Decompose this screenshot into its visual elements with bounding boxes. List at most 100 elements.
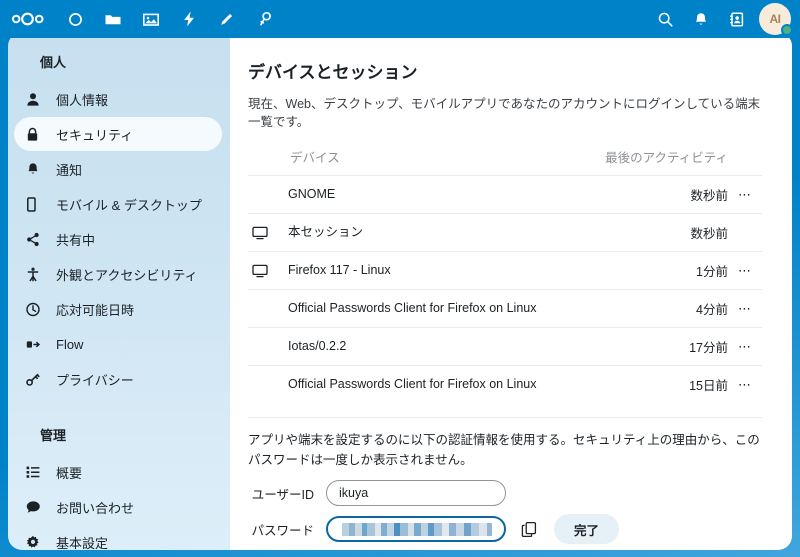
column-header-device: デバイス <box>290 151 340 166</box>
device-activity: 17分前 <box>605 327 728 367</box>
sidebar-item-label: 個人情報 <box>56 92 109 108</box>
privacy-icon <box>26 370 48 388</box>
sidebar-item-label: 外観とアクセシビリティ <box>56 267 198 283</box>
sidebar-group-title-admin: 管理 <box>40 428 67 443</box>
device-activity: 1分前 <box>605 251 728 291</box>
lock-icon <box>26 125 48 143</box>
accessibility-icon <box>26 265 48 283</box>
password-label: パスワード <box>251 523 314 538</box>
bell-icon[interactable] <box>683 0 719 38</box>
user-icon <box>26 90 48 108</box>
row-menu-button[interactable]: ⋯ <box>738 187 752 202</box>
device-activity: 数秒前 <box>605 175 728 215</box>
table-row: Firefox 117 - Linux 1分前 ⋯ <box>248 251 762 291</box>
nextcloud-logo[interactable] <box>0 0 56 38</box>
device-activity: 数秒前 <box>605 213 728 253</box>
flow-icon <box>26 335 48 353</box>
activity-icon[interactable] <box>170 0 208 38</box>
device-name: GNOME <box>288 175 606 215</box>
device-name: Official Passwords Client for Firefox on… <box>288 289 606 329</box>
sidebar-item-label: Flow <box>56 336 84 352</box>
done-button[interactable]: 完了 <box>554 514 620 544</box>
page-description: 現在、Web、デスクトップ、モバイルアプリであなたのアカウントにログインしている… <box>248 97 761 130</box>
sidebar-item-flow[interactable]: Flow <box>14 327 222 361</box>
row-menu-button[interactable]: ⋯ <box>738 263 752 278</box>
column-header-actions <box>728 147 762 176</box>
header-actions: AI <box>647 0 800 38</box>
sidebar-item-support[interactable]: お問い合わせ <box>14 490 222 524</box>
settings-sidebar: 個人 個人情報 セキュリティ 通知 モバイル & デスクトップ 共有中 外観とア… <box>8 32 230 550</box>
monitor-icon <box>252 264 288 278</box>
sidebar-item-label: お問い合わせ <box>56 500 135 516</box>
sidebar-group-title-personal: 個人 <box>40 55 67 70</box>
sidebar-item-privacy[interactable]: プライバシー <box>14 362 222 396</box>
userid-input[interactable] <box>326 480 506 506</box>
device-name: Iotas/0.2.2 <box>288 327 606 367</box>
device-icon-cell <box>248 251 288 291</box>
sidebar-item-label: 概要 <box>56 465 83 481</box>
settings-content: デバイスとセッション 現在、Web、デスクトップ、モバイルアプリであなたのアカウ… <box>230 32 792 550</box>
sidebar-item-basic-settings[interactable]: 基本設定 <box>14 525 222 550</box>
device-icon-cell <box>248 213 288 253</box>
search-icon[interactable] <box>647 0 683 38</box>
row-menu-button[interactable]: ⋯ <box>738 301 752 316</box>
device-name: Firefox 117 - Linux <box>288 251 606 291</box>
sidebar-item-appearance[interactable]: 外観とアクセシビリティ <box>14 257 222 291</box>
device-icon-cell <box>248 175 288 215</box>
chat-icon <box>26 498 48 516</box>
mobile-icon <box>26 195 48 213</box>
table-row: 本セッション 数秒前 <box>248 213 762 253</box>
notes-icon[interactable] <box>208 0 246 38</box>
device-icon-cell <box>248 366 288 404</box>
password-redaction <box>342 522 492 536</box>
overview-icon <box>26 463 48 481</box>
devices-table-body: GNOME 数秒前 ⋯ 本セッション 数秒前 Firefox 117 - Lin… <box>248 175 762 404</box>
row-menu-button[interactable]: ⋯ <box>738 339 752 354</box>
sidebar-item-label: 応対可能日時 <box>56 302 135 318</box>
passwords-icon[interactable] <box>246 0 284 38</box>
sidebar-item-notifications[interactable]: 通知 <box>14 152 222 186</box>
sidebar-item-label: モバイル & デスクトップ <box>56 197 202 213</box>
sidebar-item-shares[interactable]: 共有中 <box>14 222 222 256</box>
bell-icon <box>26 160 48 178</box>
app-navigation <box>56 0 284 38</box>
table-header-row: デバイス 最後のアクティビティ <box>248 147 762 176</box>
sidebar-item-label: 通知 <box>56 162 83 178</box>
sidebar-item-label: 基本設定 <box>56 535 109 551</box>
share-icon <box>26 230 48 248</box>
table-row: Official Passwords Client for Firefox on… <box>248 289 762 329</box>
sidebar-item-label: セキュリティ <box>56 127 134 143</box>
row-menu-button[interactable]: ⋯ <box>738 377 752 392</box>
app-header: AI <box>0 0 800 38</box>
avatar-status-dot <box>781 24 793 36</box>
sidebar-item-security[interactable]: セキュリティ <box>14 117 222 151</box>
userid-row: ユーザーID <box>248 480 762 506</box>
clock-icon <box>26 300 48 318</box>
avatar[interactable]: AI <box>759 3 793 36</box>
devices-table-head: デバイス 最後のアクティビティ <box>248 147 762 176</box>
files-icon[interactable] <box>94 0 132 38</box>
credentials-description: アプリや端末を設定するのに以下の認証情報を使用する。セキュリティ上の理由から、こ… <box>248 433 760 467</box>
sidebar-item-mobile-desktop[interactable]: モバイル & デスクトップ <box>14 187 222 221</box>
dashboard-icon[interactable] <box>56 0 94 38</box>
password-input[interactable] <box>326 516 506 542</box>
monitor-icon <box>252 226 288 240</box>
table-row: Iotas/0.2.2 17分前 ⋯ <box>248 327 762 367</box>
nextcloud-window: AI 個人 個人情報 セキュリティ 通知 モバイル & デスクトップ 共有中 外… <box>0 0 800 557</box>
page-title: デバイスとセッション <box>248 63 418 82</box>
sidebar-item-label: プライバシー <box>56 372 134 388</box>
device-icon-cell <box>248 289 288 329</box>
photos-icon[interactable] <box>132 0 170 38</box>
sidebar-item-availability[interactable]: 応対可能日時 <box>14 292 222 326</box>
device-icon-cell <box>248 327 288 367</box>
table-row: Official Passwords Client for Firefox on… <box>248 366 762 404</box>
sidebar-item-label: 共有中 <box>56 232 96 248</box>
device-activity: 4分前 <box>605 289 728 329</box>
column-header-activity: 最後のアクティビティ <box>605 151 728 166</box>
copy-icon[interactable] <box>518 518 540 540</box>
contacts-icon[interactable] <box>719 0 755 38</box>
sidebar-item-overview[interactable]: 概要 <box>14 455 222 489</box>
device-name: Official Passwords Client for Firefox on… <box>288 377 537 392</box>
gear-icon <box>26 533 48 550</box>
sidebar-item-personal-info[interactable]: 個人情報 <box>14 82 222 116</box>
